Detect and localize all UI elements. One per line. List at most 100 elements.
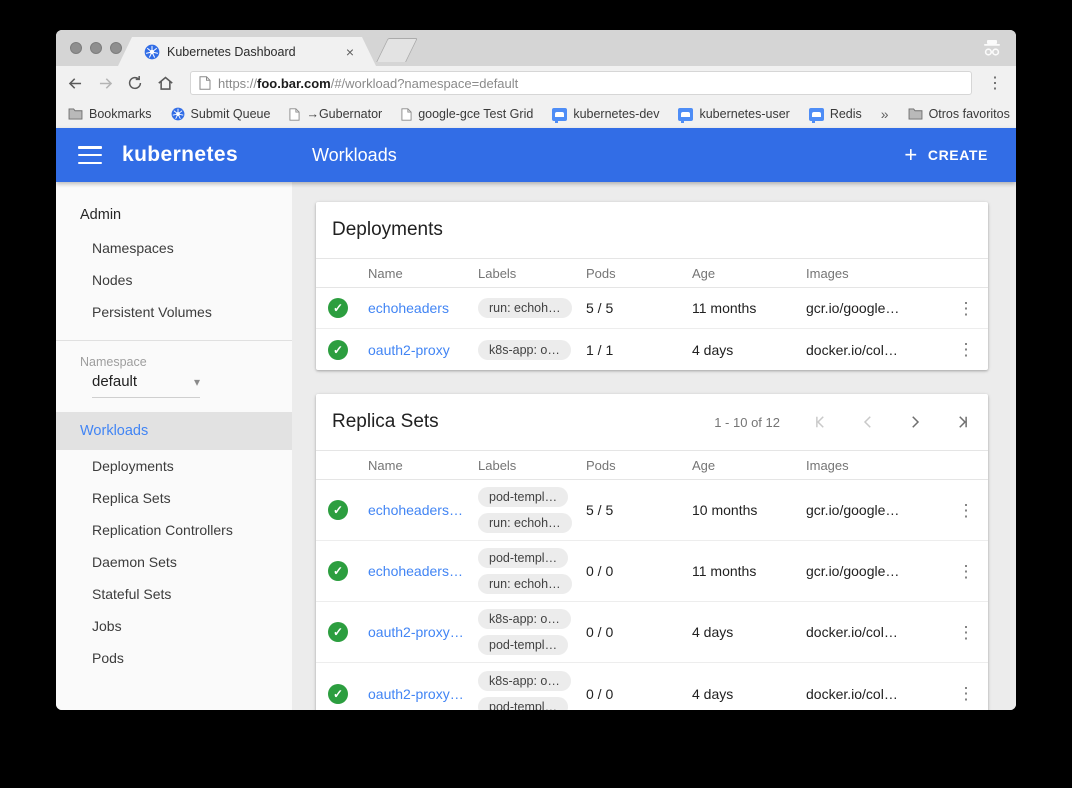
folder-icon [68, 108, 83, 120]
sidebar-item-namespaces[interactable]: Namespaces [56, 232, 292, 264]
group-chat-icon [809, 108, 824, 121]
resource-link[interactable]: echoheaders [360, 300, 470, 316]
forward-icon[interactable] [92, 70, 118, 96]
bookmark-kubernetes-dev[interactable]: kubernetes-dev [552, 107, 659, 121]
table-header: Name Labels Pods Age Images [316, 258, 988, 288]
row-menu-icon[interactable]: ⋮ [958, 685, 975, 702]
tab-strip: Kubernetes Dashboard × [56, 30, 1016, 66]
folder-icon [908, 108, 923, 120]
browser-toolbar: https://foo.bar.com/#/workload?namespace… [56, 66, 1016, 100]
bookmark-test-grid[interactable]: google-gce Test Grid [401, 107, 533, 121]
browser-tab[interactable]: Kubernetes Dashboard × [118, 37, 376, 66]
card-title: Deployments [332, 219, 443, 241]
back-icon[interactable] [62, 70, 88, 96]
page-icon [401, 108, 412, 121]
sidebar-item-replica-sets[interactable]: Replica Sets [56, 482, 292, 514]
bookmark-submit-queue[interactable]: Submit Queue [171, 107, 271, 121]
status-ok-icon: ✓ [316, 298, 360, 318]
row-menu-icon[interactable]: ⋮ [958, 341, 975, 358]
app-header: kubernetes Workloads + CREATE [56, 128, 1016, 182]
window-zoom-button[interactable] [110, 42, 122, 54]
tab-close-icon[interactable]: × [346, 45, 354, 59]
last-page-icon[interactable] [952, 412, 972, 432]
status-ok-icon: ✓ [316, 622, 360, 642]
url-bar[interactable]: https://foo.bar.com/#/workload?namespace… [190, 71, 972, 95]
first-page-icon[interactable] [811, 412, 831, 432]
bookmark-bookmarks-folder[interactable]: Bookmarks [68, 107, 152, 121]
url-text: https://foo.bar.com/#/workload?namespace… [218, 76, 518, 91]
main-content: Deployments Name Labels Pods Age Images … [292, 182, 1016, 710]
row-menu-icon[interactable]: ⋮ [958, 624, 975, 641]
reload-icon[interactable] [122, 70, 148, 96]
sidebar-item-persistent-volumes[interactable]: Persistent Volumes [56, 296, 292, 328]
table-row: ✓ echoheaders… pod-templ… run: echoh… 5 … [316, 480, 988, 541]
bookmarks-overflow-icon[interactable]: » [881, 106, 889, 122]
window-minimize-button[interactable] [90, 42, 102, 54]
create-button[interactable]: + CREATE [904, 144, 988, 166]
row-menu-icon[interactable]: ⋮ [958, 502, 975, 519]
label-chip: k8s-app: o… [478, 340, 571, 360]
label-chip: k8s-app: o… [478, 671, 571, 691]
status-ok-icon: ✓ [316, 340, 360, 360]
resource-link[interactable]: echoheaders… [360, 563, 470, 579]
hamburger-menu-icon[interactable] [78, 146, 102, 164]
table-header: Name Labels Pods Age Images [316, 450, 988, 480]
sidebar-item-pods[interactable]: Pods [56, 642, 292, 674]
row-menu-icon[interactable]: ⋮ [958, 300, 975, 317]
label-chip: pod-templ… [478, 548, 568, 568]
bookmarks-bar: Bookmarks Submit Queue →Gubernator googl… [56, 100, 1016, 128]
namespace-label: Namespace [56, 341, 292, 371]
sidebar-item-stateful-sets[interactable]: Stateful Sets [56, 578, 292, 610]
home-icon[interactable] [152, 70, 178, 96]
page-title: Workloads [312, 145, 397, 166]
table-row: ✓ echoheaders… pod-templ… run: echoh… 0 … [316, 541, 988, 602]
status-ok-icon: ✓ [316, 500, 360, 520]
sidebar-item-daemon-sets[interactable]: Daemon Sets [56, 546, 292, 578]
row-menu-icon[interactable]: ⋮ [958, 563, 975, 580]
browser-menu-icon[interactable]: ⋮ [984, 73, 1006, 93]
resource-link[interactable]: oauth2-proxy… [360, 686, 470, 702]
label-chip: pod-templ… [478, 487, 568, 507]
table-row: ✓ echoheaders run: echoh… 5 / 5 11 month… [316, 288, 988, 329]
status-ok-icon: ✓ [316, 561, 360, 581]
group-chat-icon [552, 108, 567, 121]
status-ok-icon: ✓ [316, 684, 360, 704]
pagination-range: 1 - 10 of 12 [714, 415, 780, 430]
sidebar-item-replication-controllers[interactable]: Replication Controllers [56, 514, 292, 546]
sidebar-item-deployments[interactable]: Deployments [56, 450, 292, 482]
deployments-card: Deployments Name Labels Pods Age Images … [316, 202, 988, 370]
resource-link[interactable]: oauth2-proxy… [360, 624, 470, 640]
table-row: ✓ oauth2-proxy k8s-app: o… 1 / 1 4 days … [316, 329, 988, 370]
sidebar-item-workloads-selected[interactable]: Workloads [56, 412, 292, 450]
label-chip: pod-templ… [478, 635, 568, 655]
plus-icon: + [904, 144, 917, 166]
bookmark-kubernetes-user[interactable]: kubernetes-user [678, 107, 789, 121]
resource-link[interactable]: echoheaders… [360, 502, 470, 518]
resource-link[interactable]: oauth2-proxy [360, 342, 470, 358]
app-brand: kubernetes [122, 143, 238, 167]
label-chip: pod-templ… [478, 697, 568, 711]
chevron-down-icon: ▾ [194, 375, 200, 389]
window-close-button[interactable] [70, 42, 82, 54]
sidebar-item-nodes[interactable]: Nodes [56, 264, 292, 296]
label-chip: run: echoh… [478, 574, 572, 594]
bookmark-other-favorites-folder[interactable]: Otros favoritos [908, 107, 1010, 121]
previous-page-icon[interactable] [858, 412, 878, 432]
label-chip: run: echoh… [478, 513, 572, 533]
page-icon [199, 76, 211, 90]
label-chip: run: echoh… [478, 298, 572, 318]
window-controls[interactable] [70, 42, 122, 54]
sidebar-item-admin[interactable]: Admin [56, 198, 292, 232]
kubernetes-icon [171, 107, 185, 121]
incognito-icon [980, 38, 1004, 58]
bookmark-gubernator[interactable]: →Gubernator [289, 107, 382, 121]
table-row: ✓ oauth2-proxy… k8s-app: o… pod-templ… 0… [316, 663, 988, 710]
namespace-select[interactable]: default ▾ [92, 373, 200, 398]
new-tab-button[interactable] [376, 38, 418, 62]
pagination: 1 - 10 of 12 [714, 412, 972, 432]
sidebar-item-jobs[interactable]: Jobs [56, 610, 292, 642]
bookmark-redis[interactable]: Redis [809, 107, 862, 121]
replica-sets-card: Replica Sets 1 - 10 of 12 [316, 394, 988, 710]
table-row: ✓ oauth2-proxy… k8s-app: o… pod-templ… 0… [316, 602, 988, 663]
next-page-icon[interactable] [905, 412, 925, 432]
